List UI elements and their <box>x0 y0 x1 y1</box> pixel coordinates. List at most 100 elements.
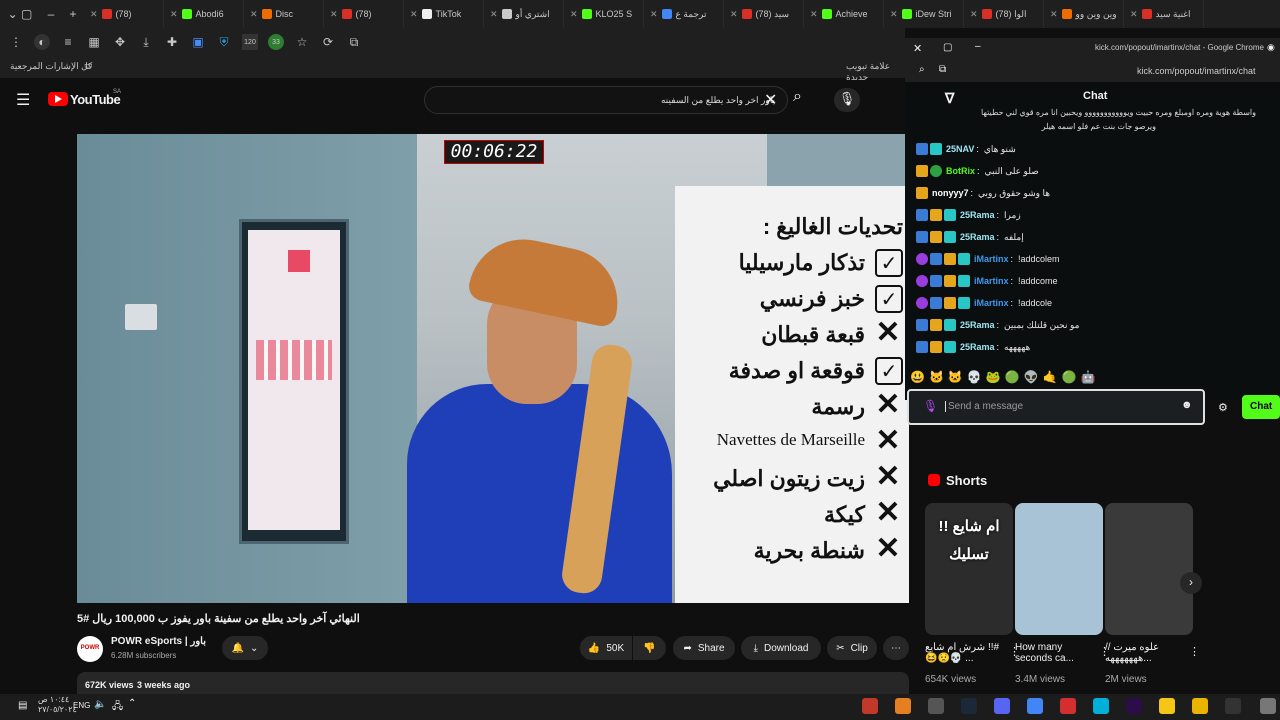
vegas-icon[interactable] <box>1093 698 1109 714</box>
clip-button[interactable]: ✂ Clip <box>827 636 877 660</box>
chat-username[interactable]: 25Rama <box>960 342 995 352</box>
downloads-icon[interactable]: ⤓ <box>138 34 154 50</box>
browser-tab[interactable]: ✕ (78) <box>324 0 404 28</box>
language-indicator[interactable]: ENG <box>73 701 90 710</box>
close-tab-icon[interactable]: ✕ <box>570 9 578 20</box>
more-actions-button[interactable]: ⋯ <box>883 636 909 660</box>
start-menu-icon[interactable] <box>1260 698 1276 714</box>
browser-tab[interactable]: ✕ Achieve <box>804 0 884 28</box>
browser-tab[interactable]: ✕ (78) سيد <box>724 0 804 28</box>
description-box[interactable]: 672K views 3 weeks ago <box>77 672 909 694</box>
emote-icon[interactable]: 😃 <box>910 370 925 384</box>
chrome-icon[interactable] <box>1027 698 1043 714</box>
clear-search-icon[interactable]: ✕ <box>764 90 777 110</box>
browser-tab[interactable]: ✕ iDew Stri <box>884 0 964 28</box>
channel-avatar[interactable]: POWR <box>77 636 103 662</box>
chat-input-box[interactable]: 🎙 Send a message ☻ <box>907 389 1205 425</box>
shorts-next-button[interactable]: › <box>1180 572 1202 594</box>
emote-icon[interactable]: 🐸 <box>986 370 1001 384</box>
emote-icon[interactable]: 🐱 <box>948 370 963 384</box>
emote-icon[interactable]: 🤙 <box>1043 370 1058 384</box>
minimize-window-icon[interactable]: – <box>975 41 981 52</box>
browser-tab[interactable]: ✕ (78) <box>84 0 164 28</box>
browser-tab[interactable]: ✕ اشتري أو <box>484 0 564 28</box>
puzzle-icon[interactable]: ✚ <box>164 34 180 50</box>
close-tab-icon[interactable]: ✕ <box>650 9 658 20</box>
close-tab-icon[interactable]: ✕ <box>890 9 898 20</box>
short-thumbnail[interactable] <box>1015 503 1103 635</box>
new-tab-button[interactable]: + <box>62 6 84 22</box>
voice-search-icon[interactable]: 🎙 <box>834 88 860 112</box>
tab-search-icon[interactable]: ⌄ ▢ <box>0 6 40 22</box>
profile-icon[interactable]: ◐ <box>34 34 50 50</box>
chat-input[interactable]: Send a message <box>945 401 1023 412</box>
folder-icon[interactable]: ▭ <box>84 60 93 71</box>
chrome-active-icon[interactable] <box>928 698 944 714</box>
chat-username[interactable]: iMartinx <box>974 254 1009 264</box>
address-bar[interactable]: kick.com/popout/imartinx/chat <box>1137 66 1256 76</box>
bookmark-star-icon[interactable]: ☆ <box>294 34 310 50</box>
media-icon[interactable] <box>1225 698 1241 714</box>
close-tab-icon[interactable]: ✕ <box>1130 9 1138 20</box>
browser-tab[interactable]: ✕ وين وين وو <box>1044 0 1124 28</box>
volume-icon[interactable]: 🔈 <box>94 699 106 710</box>
close-tab-icon[interactable]: ✕ <box>90 9 98 20</box>
short-title[interactable]: علوه ميرت //هههههههه... <box>1105 642 1183 664</box>
close-tab-icon[interactable]: ✕ <box>730 9 738 20</box>
channel-name[interactable]: POWR eSports | باور <box>111 636 206 647</box>
chat-username[interactable]: 25Rama <box>960 320 995 330</box>
firefox-icon[interactable] <box>895 698 911 714</box>
minimize-icon[interactable]: – <box>40 6 62 22</box>
chat-settings-icon[interactable]: ⚙ <box>1218 401 1228 414</box>
network-icon[interactable]: 🖧 <box>112 699 123 716</box>
obs-icon[interactable] <box>862 698 878 714</box>
zoom-icon[interactable]: ⌕ <box>919 64 925 75</box>
emoji-picker-icon[interactable]: ☻ <box>1181 399 1193 411</box>
hamburger-menu-icon[interactable]: ☰ <box>16 90 30 110</box>
send-chat-button[interactable]: Chat <box>1242 395 1280 419</box>
short-thumbnail[interactable]: ام شايع !! تسليك <box>925 503 1013 635</box>
share-button[interactable]: ➦ Share <box>673 636 735 660</box>
extension-33-icon[interactable]: 33 <box>268 34 284 50</box>
browser-tab[interactable]: ✕ Disc <box>244 0 324 28</box>
short-thumbnail[interactable] <box>1105 503 1193 635</box>
emote-icon[interactable]: 🟢 <box>1062 370 1077 384</box>
extension-120-icon[interactable]: 120 <box>242 34 258 50</box>
chat-username[interactable]: 25Rama <box>960 210 995 220</box>
tab-groups-icon[interactable]: ▦ <box>86 34 102 50</box>
tray-expand-icon[interactable]: ⌃ <box>128 698 136 709</box>
clock[interactable]: ١٠:٤٤ ص ٢٧/٠٥/٢٠٢٤ <box>38 695 77 715</box>
shield-icon[interactable]: ⛨ <box>216 34 232 50</box>
short-title[interactable]: شرش ام شايع !!# 😆😟💀 ... <box>925 642 1003 664</box>
search-icon[interactable]: ⌕ <box>793 88 802 106</box>
dislike-button[interactable]: 👎 <box>633 636 666 660</box>
discord-icon[interactable] <box>994 698 1010 714</box>
like-button[interactable]: 👍 50K <box>580 636 632 660</box>
chat-username[interactable]: iMartinx <box>974 298 1009 308</box>
close-tab-icon[interactable]: ✕ <box>810 9 818 20</box>
close-tab-icon[interactable]: ✕ <box>170 9 178 20</box>
close-tab-icon[interactable]: ✕ <box>250 9 258 20</box>
close-tab-icon[interactable]: ✕ <box>410 9 418 20</box>
install-icon[interactable]: ⧉ <box>346 34 362 50</box>
browser-tab[interactable]: ✕ ترجمة ع <box>644 0 724 28</box>
chat-username[interactable]: 25Rama <box>960 232 995 242</box>
video-player[interactable]: 00:06:22 تحديات الغاليغ : تذكار مارسيليا… <box>77 134 909 603</box>
chat-username[interactable]: BotRix <box>946 166 975 176</box>
browser-tab[interactable]: ✕ TikTok <box>404 0 484 28</box>
extensions-icon[interactable]: ✥ <box>112 34 128 50</box>
browser-tab[interactable]: ✕ Abodi6 <box>164 0 244 28</box>
store-icon[interactable] <box>1192 698 1208 714</box>
search-input[interactable]: باور اخر واحد يطلع من السفينه <box>424 86 788 114</box>
app-red-icon[interactable] <box>1060 698 1076 714</box>
browser-tab[interactable]: ✕ (78) الوا <box>964 0 1044 28</box>
close-tab-icon[interactable]: ✕ <box>970 9 978 20</box>
close-tab-icon[interactable]: ✕ <box>1050 9 1058 20</box>
short-title[interactable]: How many seconds ca... <box>1015 642 1093 664</box>
notification-bell-button[interactable]: 🔔 ⌄ <box>222 636 268 660</box>
emote-icon[interactable]: 🟢 <box>1005 370 1020 384</box>
browser-tab[interactable]: ✕ KLO25 S <box>564 0 644 28</box>
close-window-icon[interactable]: ✕ <box>913 42 922 55</box>
file-explorer-icon[interactable] <box>1159 698 1175 714</box>
emote-icon[interactable]: 👽 <box>1024 370 1039 384</box>
